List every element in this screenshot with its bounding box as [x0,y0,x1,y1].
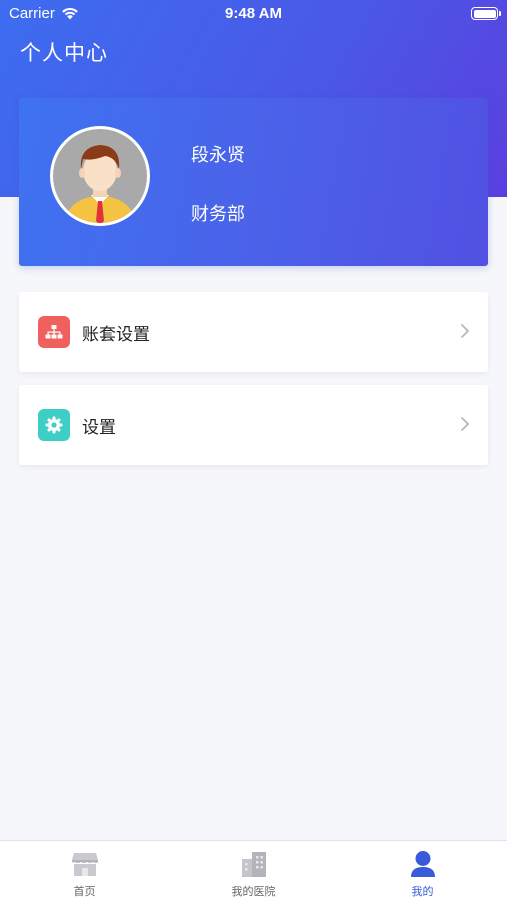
page-title: 个人中心 [20,41,108,65]
tab-label: 首页 [73,885,96,898]
user-name: 段永贤 [191,145,245,166]
person-icon [411,851,435,877]
chevron-right-icon [461,324,470,338]
store-icon [72,853,98,876]
battery-icon [471,7,501,20]
tab-bar: 首页 我的医院 我的 [0,840,507,900]
avatar-illustration [53,129,147,223]
avatar[interactable] [50,126,150,226]
gear-icon [38,409,70,441]
menu-item-label: 账套设置 [82,325,150,345]
menu-item-label: 设置 [82,418,116,438]
tab-mine[interactable]: 我的 [338,841,507,900]
status-bar: Carrier 9:48 AM [0,0,507,28]
user-department: 财务部 [191,204,245,225]
tab-label: 我的 [411,885,434,898]
chevron-right-icon [461,417,470,431]
tab-home[interactable]: 首页 [0,841,169,900]
hospital-building-icon [242,852,266,877]
clock: 9:48 AM [225,5,282,22]
menu-item-account-settings[interactable]: 账套设置 [19,292,488,372]
tab-label: 我的医院 [231,885,276,898]
tab-my-hospital[interactable]: 我的医院 [169,841,338,900]
menu-item-settings[interactable]: 设置 [19,385,488,465]
org-chart-icon [38,316,70,348]
profile-card[interactable]: 段永贤 财务部 [19,98,488,266]
